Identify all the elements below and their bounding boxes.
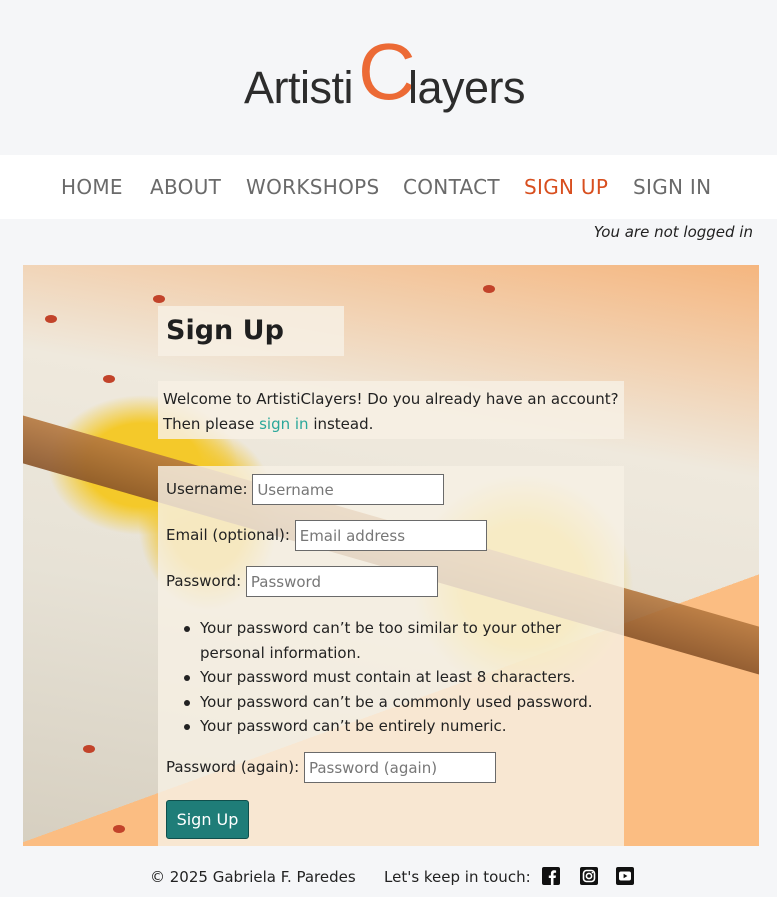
sign-in-link[interactable]: sign in [259,415,308,433]
welcome-panel: Welcome to ArtistiClayers! Do you alread… [158,381,624,439]
email-input[interactable] [294,520,487,551]
header: Artisti C layers [0,0,777,155]
signup-hero: Sign Up Welcome to ArtistiClayers! Do yo… [23,265,759,846]
background-berry [113,825,125,833]
logo-text-part2: layers [408,62,526,113]
signup-form: Username: Email (optional): Password: Yo… [158,466,624,846]
password-help-item: Your password can’t be entirely numeric. [180,714,620,739]
email-row: Email (optional): [166,520,487,551]
logo-text-part1: Artisti [244,62,354,113]
sign-up-button[interactable]: Sign Up [166,800,249,839]
youtube-icon[interactable] [616,867,634,885]
nav-contact[interactable]: CONTACT [403,175,500,199]
password-help-item: Your password can’t be a commonly used p… [180,690,620,715]
nav-about[interactable]: ABOUT [150,175,221,199]
email-label: Email (optional): [166,526,290,544]
nav-sign-up[interactable]: SIGN UP [524,175,608,199]
nav-workshops[interactable]: WORKSHOPS [246,175,379,199]
password-help-list: Your password can’t be too similar to yo… [180,616,620,739]
copyright-text: © 2025 Gabriela F. Paredes [150,868,356,886]
facebook-icon[interactable] [542,867,560,885]
welcome-text-end: instead. [308,415,374,433]
username-input[interactable] [252,474,445,505]
username-row: Username: [166,474,445,505]
background-berry [103,375,115,383]
background-berry [45,315,57,323]
password-again-input[interactable] [303,752,496,783]
password-row: Password: [166,566,438,597]
login-status: You are not logged in [593,223,753,241]
password-help-item: Your password must contain at least 8 ch… [180,665,620,690]
password-again-label: Password (again): [166,758,300,776]
username-label: Username: [166,480,248,498]
welcome-text: Welcome to ArtistiClayers! Do you alread… [163,390,619,433]
title-panel: Sign Up [158,306,344,356]
background-berry [83,745,95,753]
background-berry [153,295,165,303]
footer: © 2025 Gabriela F. Paredes Let's keep in… [0,846,777,897]
nav-home[interactable]: HOME [61,175,123,199]
instagram-icon[interactable] [580,867,598,885]
password-again-row: Password (again): [166,752,496,783]
nav-sign-in[interactable]: SIGN IN [633,175,711,199]
password-input[interactable] [245,566,438,597]
page-title: Sign Up [166,315,284,346]
main-nav: HOME ABOUT WORKSHOPS CONTACT SIGN UP SIG… [0,155,777,219]
password-help-item: Your password can’t be too similar to yo… [180,616,620,665]
password-label: Password: [166,572,242,590]
keep-in-touch-label: Let's keep in touch: [384,868,531,886]
background-berry [483,285,495,293]
